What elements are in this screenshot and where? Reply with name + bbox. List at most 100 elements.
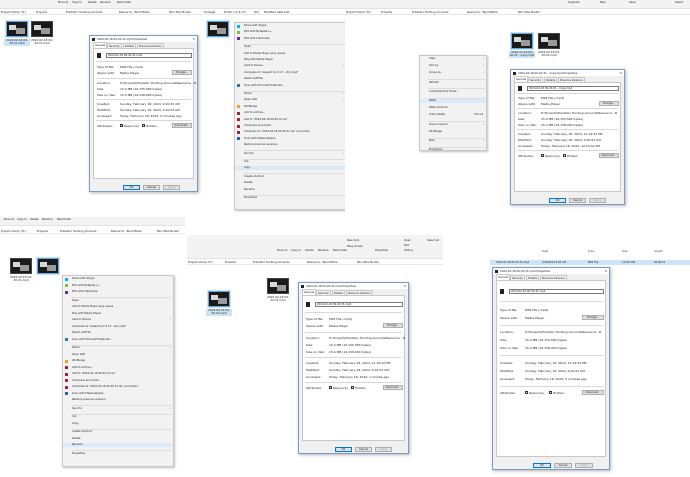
menu-item[interactable]: Add to archive... [235,111,345,115]
menu-item[interactable]: Edit with Notepad++ [63,284,173,288]
breadcrumb-item[interactable]: Projects [37,229,48,233]
menu-item[interactable]: Group by › [420,71,486,75]
breadcrumb-item[interactable]: Project Dump (H:) [1,229,26,233]
cancel-button[interactable]: Cancel [569,198,586,203]
file-name[interactable]: 2024-02-18 09-20-31 - Copy.mp4 [509,50,535,58]
hidden-checkbox[interactable] [351,386,354,389]
menu-item[interactable]: Properties [235,196,345,200]
menu-item[interactable]: Rename [235,188,345,192]
menu-item[interactable]: Cut [63,415,173,419]
file-name-field[interactable]: 2024-02-18 09-20-31 - Copy.mp4 [527,86,619,91]
table-row[interactable]: 2024-02-18 09-20-31.mp4 2/18/2024 9:20 A… [490,260,690,265]
rename-button[interactable]: Rename [42,218,53,224]
menu-item[interactable]: Scan with Microsoft Defender... [235,84,345,88]
breadcrumb-item[interactable]: Mini Max Builds [357,260,379,264]
copy-to-button[interactable]: Copy to [17,218,27,224]
menu-item[interactable]: Cast to Device › [63,318,173,322]
breadcrumb-item[interactable]: Dutch (v1.5.17) [224,10,246,14]
file-name-field[interactable]: 2024-02-18 09-20-31.mp4 [509,289,604,294]
menu-item[interactable]: Open [235,45,345,49]
menu-item[interactable]: Give access to › [420,123,486,127]
ok-button[interactable]: OK [123,185,140,190]
menu-item[interactable]: Edit with Clipchamp [235,37,345,41]
file-name[interactable]: 2024-02-18 09-20-31.mp4 [4,38,30,46]
menu-item[interactable]: Sort by › [420,64,486,68]
menu-item[interactable]: Delete [63,437,173,441]
rename-button[interactable]: Rename [100,1,111,7]
video-thumbnail[interactable] [37,258,59,274]
ok-button[interactable]: OK [549,198,566,203]
menu-item[interactable]: Rename [63,443,173,447]
breadcrumb-item[interactable]: Project Dump (H:) [188,260,213,264]
video-thumbnail[interactable] [10,258,32,274]
file-name-field[interactable]: 2024-02-18 09-20-31.mp4 [106,53,192,58]
menu-item[interactable]: Compress and email... [235,124,345,128]
select-all-button[interactable]: Select all [427,239,439,245]
file-name-field[interactable]: 2024-02-18 09-20-31.mp4 [315,302,403,307]
new-folder-button[interactable]: New folder [117,1,131,7]
copy-to-button[interactable]: Copy to [72,1,82,7]
file-name[interactable]: 2024-02-18 09-20-31.mp4 [536,50,562,58]
menu-item[interactable]: Play with Media Player [235,58,345,62]
hidden-checkbox[interactable] [549,391,552,394]
video-thumbnail[interactable] [207,21,229,37]
menu-item[interactable]: Share with Skype [63,277,173,281]
readonly-checkbox[interactable] [541,154,544,157]
menu-item[interactable]: Properties [420,148,486,152]
readonly-checkbox[interactable] [525,391,528,394]
delete-button[interactable]: Delete [305,249,314,255]
move-to-button[interactable]: Move to [277,249,287,255]
menu-item[interactable]: Properties [63,452,173,456]
hidden-checkbox[interactable] [142,124,145,127]
readonly-checkbox[interactable] [329,386,332,389]
column-length[interactable]: Length [654,250,663,253]
advanced-button[interactable]: Advanced... [599,153,619,158]
menu-item[interactable]: Paste [420,99,486,103]
rename-button[interactable]: Rename [318,249,329,255]
menu-item[interactable]: Compress to "2024-02-18 09-20-31.rar" an… [63,385,173,389]
history-button[interactable]: History [404,249,413,255]
breadcrumb[interactable]: Project Dump (H:) Projects Predator Hunt… [345,9,690,15]
new-folder-button[interactable]: New folder [333,249,347,255]
menu-item[interactable]: New › [420,139,486,143]
breadcrumb-item[interactable]: Resource - Build Bible [111,229,142,233]
close-icon[interactable]: ✕ [403,283,406,289]
breadcrumb-item[interactable]: Projects [381,10,392,14]
menu-item[interactable]: Compress to "2024-02-18 09-20-31.rar" an… [235,130,345,134]
menu-item[interactable]: Edit with Notepad++ [235,30,345,34]
menu-item[interactable]: Share › [235,92,345,96]
change-button[interactable]: Change... [172,70,192,75]
apply-button[interactable]: Apply [575,463,593,468]
hidden-checkbox[interactable] [563,154,566,157]
menu-item[interactable]: Send to › [235,152,345,156]
move-to-button[interactable]: Move to [4,218,14,224]
menu-item[interactable]: Create shortcut [235,175,345,179]
menu-item[interactable]: Cut [235,160,345,164]
delete-button[interactable]: Delete [88,1,97,7]
breadcrumb-item[interactable]: Project Dump (H:) [346,10,371,14]
menu-item[interactable]: Compress and email... [63,379,173,383]
menu-item[interactable]: Copy [63,422,173,426]
breadcrumb-item[interactable]: Project Dump (H:) [1,10,26,14]
breadcrumb-item[interactable]: Predator Hunting Grounds [66,10,103,14]
menu-item[interactable]: Share › [63,346,173,350]
apply-button[interactable]: Apply [589,198,606,203]
close-icon[interactable]: ✕ [192,36,195,42]
menu-item[interactable]: WinMerge [420,130,486,134]
cancel-button[interactable]: Cancel [143,185,160,190]
breadcrumb-item[interactable]: Predator Hunting Grounds [253,260,290,264]
menu-item[interactable]: Select Left File [235,77,345,81]
video-thumbnail[interactable] [208,291,230,307]
breadcrumb-item[interactable]: Resource - Build Bible [467,10,498,14]
breadcrumb-item[interactable]: Mini Max Builds [518,10,540,14]
change-button[interactable]: Change... [599,101,619,106]
breadcrumb-item[interactable]: Resource - Build Bible [307,260,338,264]
menu-item[interactable]: Add to "2024-02-18 09-20-31.rar" [63,372,173,376]
menu-item[interactable]: Open with › [235,98,345,102]
video-thumbnail[interactable] [511,33,533,49]
move-to-button[interactable]: Move to [58,1,68,7]
menu-item[interactable]: Share with Skype [235,24,345,28]
column-date[interactable]: Date [542,250,548,253]
breadcrumb-item[interactable]: Projects [225,260,236,264]
column-type[interactable]: Type [588,250,594,253]
